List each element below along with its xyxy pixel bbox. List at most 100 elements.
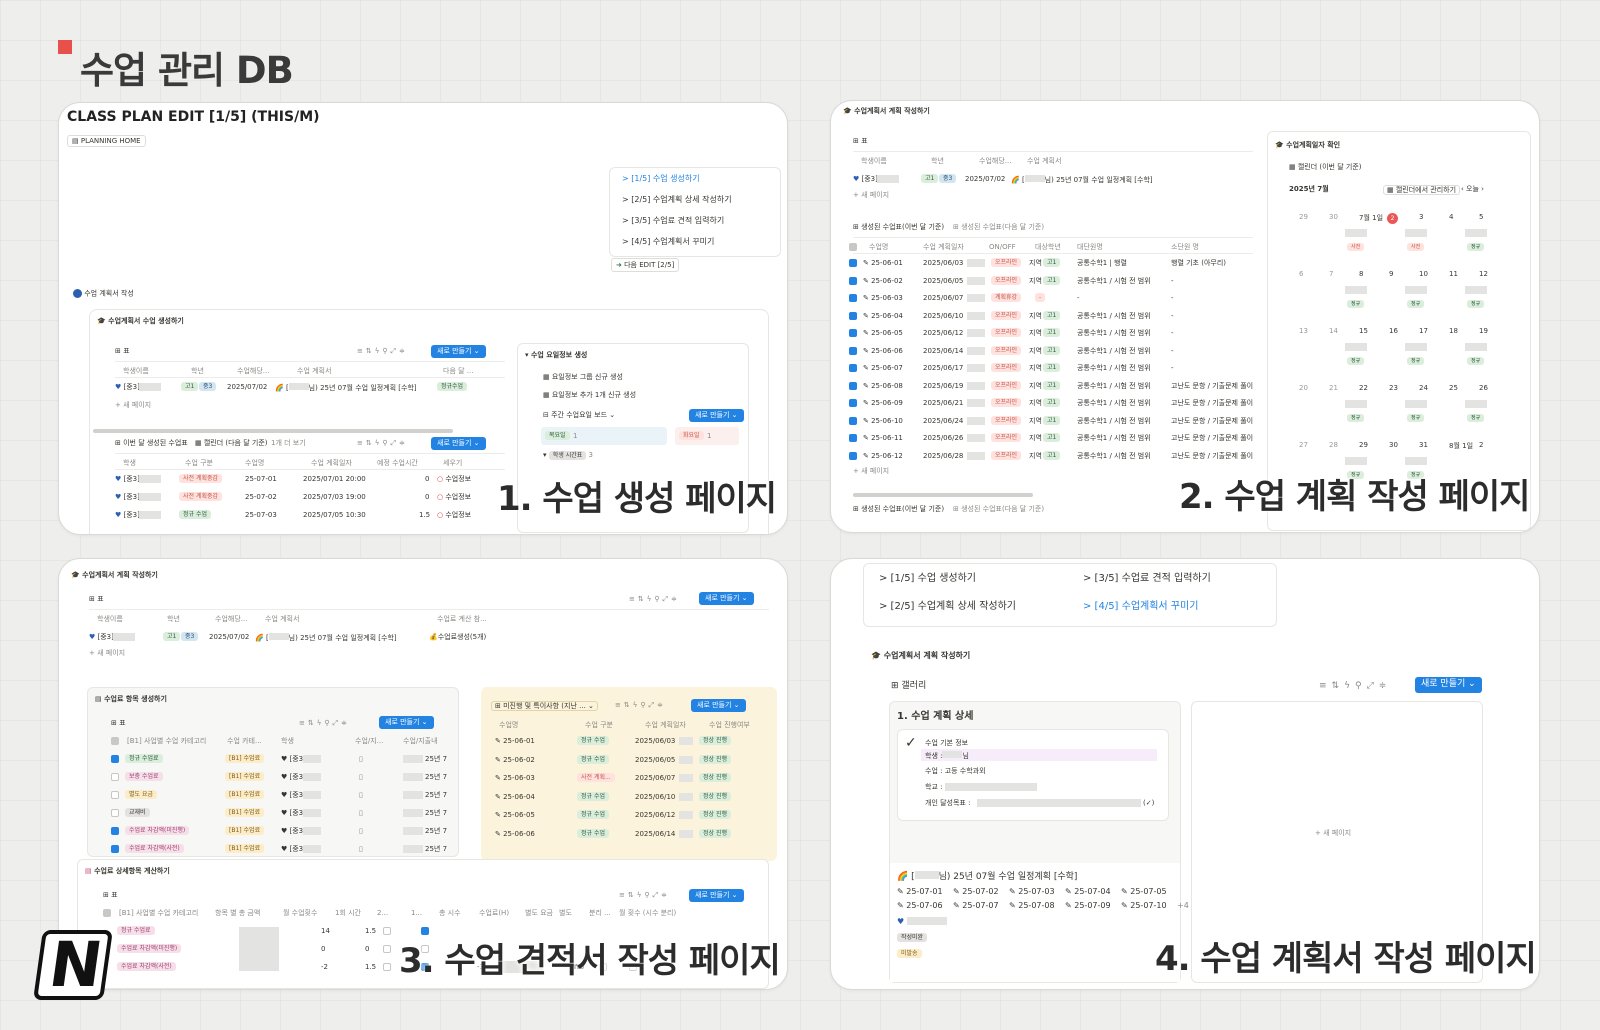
row-checkbox[interactable] — [383, 945, 391, 953]
issues-view-tab[interactable]: ⊞ 미진행 및 특이사항 (지난 ... ⌄ — [491, 701, 598, 712]
row-checkbox[interactable] — [111, 791, 119, 799]
toolbar-icons[interactable]: ≡⇅ϟ⚲⤢≑ — [615, 701, 666, 709]
date-relation[interactable]: +4 — [1177, 901, 1189, 911]
row-checkbox[interactable] — [849, 294, 857, 302]
header-checkbox[interactable] — [103, 909, 111, 917]
row-checkbox[interactable] — [111, 845, 119, 853]
date-relation[interactable]: ✎ 25-07-06 — [897, 901, 943, 911]
table-row[interactable]: ♥ [중3] — [115, 493, 140, 501]
view-this-month-tab[interactable]: ⊞ 생성된 수업표(이번 달 기준) — [853, 505, 944, 513]
step-1-link[interactable]: > [1/5] 수업 생성하기 — [622, 174, 700, 184]
side-item[interactable]: ▦ 요일정보 그룹 신규 생성 — [543, 373, 623, 381]
new-button[interactable]: 새로 만들기 ⌄ — [689, 889, 744, 903]
calendar-event[interactable] — [1405, 400, 1427, 408]
row-plan[interactable]: 🌈 [님) 25년 07월 수업 일정계획 [수학] — [275, 383, 417, 392]
step-2-link[interactable]: > [2/5] 수업계획 상세 작성하기 — [622, 195, 732, 205]
new-page-button[interactable]: + 새 페이지 — [115, 401, 151, 409]
more-views[interactable]: 1개 더 보기 — [271, 439, 306, 447]
date-relation[interactable]: ✎ 25-07-01 — [897, 887, 943, 897]
row-checkbox[interactable] — [383, 927, 391, 935]
calendar-event[interactable] — [1345, 286, 1367, 294]
row-name[interactable]: ✎ 25-06-07 — [863, 364, 903, 372]
issue-name[interactable]: ✎ 25-06-02 — [495, 756, 535, 764]
side-toggle[interactable]: ▾ 수업 요일정보 생성 — [525, 351, 587, 359]
view-next-month-tab[interactable]: ⊞ 생성된 수업표(다음 달 기준) — [953, 505, 1044, 513]
new-page-button[interactable]: + 새 페이지 — [89, 649, 125, 657]
calendar-event[interactable] — [1465, 343, 1487, 351]
new-page-button[interactable]: + 새 페이지 — [1315, 829, 1351, 837]
calendar-view-tab[interactable]: ▦ 캘린더 (이번 달 기준) — [1289, 163, 1362, 171]
row-checkbox[interactable] — [849, 346, 857, 355]
new-page-button[interactable]: + 새 페이지 — [853, 191, 889, 199]
row-name[interactable]: ✎ 25-06-01 — [863, 259, 903, 267]
view-calendar-tab[interactable]: ▦ 캘린더 (다음 달 기준) — [195, 439, 268, 447]
calendar-event[interactable] — [1405, 457, 1427, 465]
row-checkbox[interactable] — [849, 311, 857, 320]
calendar-event[interactable] — [1345, 457, 1367, 465]
view-next-month-tab[interactable]: ⊞ 생성된 수업표(다음 달 기준) — [953, 223, 1044, 231]
date-relation[interactable]: ✎ 25-07-05 — [1121, 887, 1167, 897]
row-checkbox[interactable] — [111, 827, 119, 835]
issue-name[interactable]: ✎ 25-06-04 — [495, 793, 535, 801]
date-relation[interactable]: ✎ 25-07-09 — [1065, 901, 1111, 911]
step-1-link[interactable]: > [1/5] 수업 생성하기 — [879, 573, 976, 585]
table-row[interactable]: ♥ [중3] — [89, 633, 114, 641]
calendar-event[interactable] — [1345, 400, 1367, 408]
calendar-event[interactable] — [1405, 229, 1427, 237]
row-checkbox[interactable] — [849, 399, 857, 407]
view-this-month-tab[interactable]: ⊞ 이번 달 생성된 수업표 — [115, 439, 188, 447]
toolbar-icons[interactable]: ≡⇅ϟ⚲⤢≑ — [629, 595, 680, 603]
row-name[interactable]: ✎ 25-06-08 — [863, 382, 903, 390]
step-3-link[interactable]: > [3/5] 수업료 견적 입력하기 — [1083, 573, 1211, 585]
date-relation[interactable]: ✎ 25-07-10 — [1121, 901, 1167, 911]
date-relation[interactable]: ✎ 25-07-04 — [1065, 887, 1111, 897]
header-checkbox[interactable] — [111, 737, 119, 745]
toolbar-icons[interactable]: ≡⇅ϟ⚲⤢≑ — [299, 719, 350, 727]
row-name[interactable]: ✎ 25-06-09 — [863, 399, 903, 407]
calendar-event[interactable] — [1345, 229, 1367, 237]
row-calc[interactable]: 💰수업료생성(5개) — [429, 633, 486, 641]
row-checkbox[interactable] — [849, 434, 857, 442]
row-action[interactable]: ○ 수업정보 — [437, 475, 471, 483]
row-checkbox[interactable] — [849, 276, 857, 285]
issue-name[interactable]: ✎ 25-06-05 — [495, 811, 535, 819]
new-button[interactable]: 새로 만들기 ⌄ — [691, 699, 746, 713]
table-row[interactable]: ♥ [중3] — [115, 511, 140, 519]
view-gallery-tab[interactable]: ⊞ 갤러리 — [891, 681, 926, 692]
date-relation[interactable]: ✎ 25-07-08 — [1009, 901, 1055, 911]
new-button[interactable]: 새로 만들기 ⌄ — [431, 345, 486, 359]
row-plan[interactable]: 🌈 [님) 25년 07월 수업 일정계획 [수학] — [1011, 175, 1153, 184]
row-name[interactable]: ✎ 25-06-03 — [863, 294, 903, 302]
table-row[interactable]: ♥ [중3] — [115, 383, 140, 391]
new-button[interactable]: 새로 만들기 ⌄ — [699, 592, 754, 606]
table-row[interactable]: ♥ [중3] — [853, 175, 878, 183]
view-table-tab[interactable]: ⊞ 표 — [111, 719, 126, 727]
scrollbar[interactable] — [93, 429, 453, 433]
calendar-event[interactable] — [1405, 286, 1427, 294]
step-3-link[interactable]: > [3/5] 수업료 견적 입력하기 — [622, 216, 724, 226]
calendar-event[interactable] — [1465, 400, 1487, 408]
view-table-tab[interactable]: ⊞ 표 — [853, 137, 868, 145]
view-table-tab[interactable]: ⊞ 표 — [115, 347, 130, 355]
calendar-manage-button[interactable]: ▦ 캘린더에서 관리하기 — [1383, 185, 1461, 196]
date-relation[interactable]: ✎ 25-07-07 — [953, 901, 999, 911]
weekly-board-tab[interactable]: ⊟ 주간 수업요일 보드 ⌄ — [543, 411, 615, 419]
row-checkbox[interactable] — [111, 755, 119, 763]
row-name[interactable]: ✎ 25-06-04 — [863, 312, 903, 320]
row-checkbox[interactable] — [849, 329, 857, 337]
side-item[interactable]: ▦ 요일정보 추가 1개 신규 생성 — [543, 391, 636, 399]
row-checkbox[interactable] — [111, 773, 119, 781]
step-2-link[interactable]: > [2/5] 수업계획 상세 작성하기 — [879, 601, 1016, 613]
row-name[interactable]: ✎ 25-06-05 — [863, 329, 903, 337]
group-toggle[interactable]: ▾ 학생 시간표 3 — [543, 451, 593, 460]
issue-name[interactable]: ✎ 25-06-06 — [495, 830, 535, 838]
toolbar-icons[interactable]: ≡⇅ϟ⚲⤢≑ — [357, 347, 408, 355]
step-4-link[interactable]: > [4/5] 수업계획서 꾸미기 — [622, 237, 714, 247]
row-name[interactable]: ✎ 25-06-12 — [863, 452, 903, 460]
row-name[interactable]: ✎ 25-06-02 — [863, 277, 903, 285]
row-name[interactable]: ✎ 25-06-11 — [863, 434, 903, 442]
new-button[interactable]: 새로 만들기 ⌄ — [689, 409, 744, 423]
calendar-nav[interactable]: ‹ 오늘 › — [1461, 185, 1484, 193]
new-button[interactable]: 새로 만들기 ⌄ — [379, 716, 434, 730]
toolbar-icons[interactable]: ≡⇅ϟ⚲⤢≑ — [357, 439, 408, 447]
